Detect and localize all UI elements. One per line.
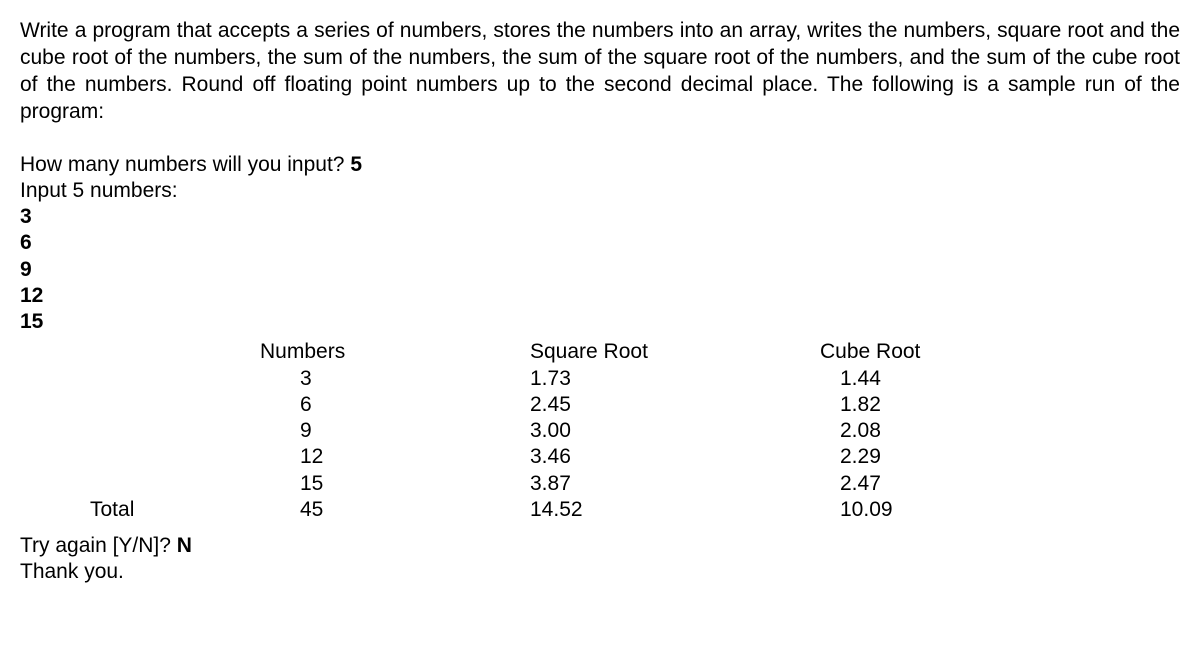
input-value: 15 (20, 309, 1180, 335)
input-value: 3 (20, 204, 1180, 230)
header-numbers: Numbers (260, 339, 530, 365)
cell-cbrt: 2.47 (820, 471, 1040, 497)
prompt-count-answer: 5 (350, 153, 362, 176)
results-table: Numbers Square Root Cube Root 3 1.73 1.4… (20, 339, 1040, 523)
table-row: 12 3.46 2.29 (20, 444, 1040, 470)
cell-sqrt: 3.46 (530, 444, 820, 470)
table-row: 3 1.73 1.44 (20, 366, 1040, 392)
cell-cbrt: 2.29 (820, 444, 1040, 470)
input-value: 12 (20, 283, 1180, 309)
try-again-question: Try again [Y/N]? (20, 534, 177, 557)
cell-num: 9 (260, 418, 530, 444)
prompt-count-question: How many numbers will you input? (20, 153, 350, 176)
cell-cbrt: 1.82 (820, 392, 1040, 418)
header-cbrt: Cube Root (820, 339, 1040, 365)
cell-num: 6 (260, 392, 530, 418)
total-label: Total (20, 497, 260, 523)
cell-num: 3 (260, 366, 530, 392)
total-cbrt: 10.09 (820, 497, 1040, 523)
thank-you: Thank you. (20, 559, 1180, 585)
table-header-row: Numbers Square Root Cube Root (20, 339, 1040, 365)
table-row: 9 3.00 2.08 (20, 418, 1040, 444)
cell-sqrt: 3.87 (530, 471, 820, 497)
total-num: 45 (260, 497, 530, 523)
cell-num: 15 (260, 471, 530, 497)
table-row: 15 3.87 2.47 (20, 471, 1040, 497)
cell-num: 12 (260, 444, 530, 470)
input-value: 9 (20, 257, 1180, 283)
sample-run: How many numbers will you input? 5 Input… (20, 152, 1180, 586)
table-row: 6 2.45 1.82 (20, 392, 1040, 418)
table-total-row: Total 45 14.52 10.09 (20, 497, 1040, 523)
prompt-input-label: Input 5 numbers: (20, 178, 1180, 204)
try-again-answer: N (177, 534, 192, 557)
input-value: 6 (20, 230, 1180, 256)
cell-sqrt: 2.45 (530, 392, 820, 418)
cell-sqrt: 1.73 (530, 366, 820, 392)
total-sqrt: 14.52 (530, 497, 820, 523)
cell-cbrt: 2.08 (820, 418, 1040, 444)
cell-cbrt: 1.44 (820, 366, 1040, 392)
problem-statement: Write a program that accepts a series of… (20, 18, 1180, 126)
header-sqrt: Square Root (530, 339, 820, 365)
cell-sqrt: 3.00 (530, 418, 820, 444)
